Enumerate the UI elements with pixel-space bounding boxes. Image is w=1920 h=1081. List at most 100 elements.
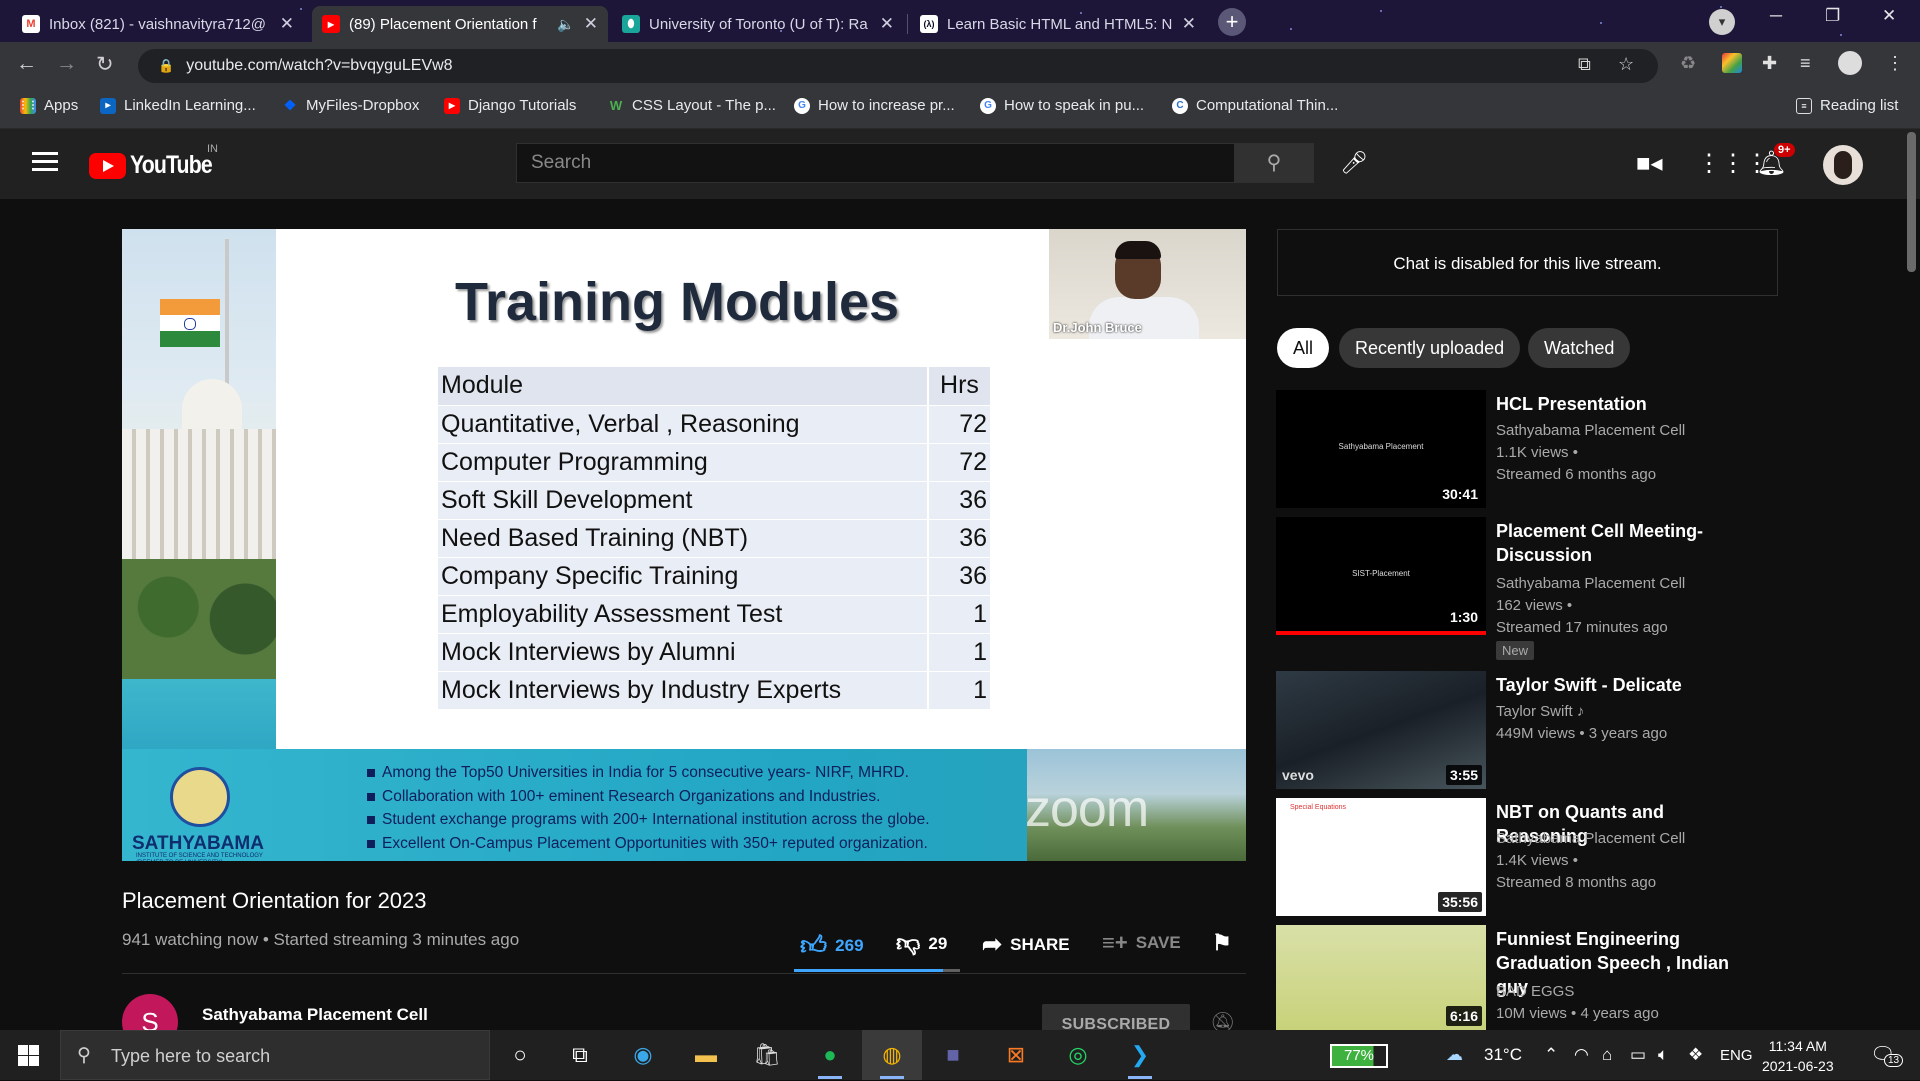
bookmark-linkedin[interactable]: ▸ LinkedIn Learning... — [100, 97, 256, 114]
taskbar-search-input[interactable]: ⚲ Type here to search — [60, 1030, 490, 1080]
thumb-text: Special Equations — [1290, 804, 1347, 811]
media-control-icon[interactable]: ≡ — [1800, 53, 1811, 74]
video-thumbnail[interactable]: 6:16 — [1276, 925, 1486, 1030]
chrome-taskbar-slot[interactable]: ◍ — [862, 1030, 922, 1080]
recommendation-item[interactable]: vevo 3:55 Taylor Swift - Delicate Taylor … — [1276, 671, 1726, 789]
rec-channel[interactable]: BAD EGGS — [1496, 983, 1574, 1000]
page-scrollbar[interactable] — [1907, 132, 1916, 272]
create-video-icon[interactable]: ■◂ — [1636, 149, 1663, 178]
spotify-icon[interactable]: ● — [814, 1040, 846, 1079]
recommendation-item[interactable]: SIST-Placement 1:30 Placement Cell Meetin… — [1276, 517, 1726, 667]
dropbox-tray-icon[interactable]: ❖ — [1688, 1045, 1703, 1065]
recycle-extension-icon[interactable]: ♻ — [1680, 53, 1696, 74]
bookmark-star-icon[interactable]: ☆ — [1618, 54, 1634, 75]
search-button[interactable]: ⚲ — [1234, 143, 1314, 183]
close-tab-icon[interactable]: ✕ — [880, 14, 894, 34]
open-in-app-icon[interactable]: ⧉ — [1578, 54, 1591, 75]
video-thumbnail[interactable]: Sathyabama Placement 30:41 — [1276, 390, 1486, 508]
notification-center-icon[interactable]: 🗨︎ 13 — [1870, 1042, 1904, 1067]
bookmark-django[interactable]: ▶ Django Tutorials — [444, 97, 576, 114]
video-thumbnail[interactable]: SIST-Placement 1:30 — [1276, 517, 1486, 635]
back-icon[interactable]: ← — [16, 52, 37, 76]
maximize-icon[interactable]: ❐ — [1825, 6, 1840, 26]
tab-freecodecamp[interactable]: (λ) Learn Basic HTML and HTML5: N ✕ — [910, 6, 1206, 42]
volume-icon[interactable]: 🔈︎ — [1658, 1045, 1668, 1065]
weather-cloud-icon[interactable]: ☁ — [1446, 1045, 1463, 1065]
close-window-icon[interactable]: ✕ — [1882, 6, 1896, 26]
account-avatar[interactable] — [1823, 145, 1863, 185]
youtube-header: YouTube IN Search ⚲ 🎤︎ ■◂ ⋮⋮⋮ 🔔︎ 9+ — [0, 129, 1920, 199]
edge-icon[interactable]: ◉ — [627, 1040, 659, 1070]
tab-search-icon[interactable]: ▾ — [1709, 9, 1735, 35]
video-player[interactable]: Dr.John Bruce Training Modules Module Hrs… — [122, 229, 1246, 861]
chip-watched[interactable]: Watched — [1528, 328, 1631, 368]
close-tab-icon[interactable]: ✕ — [280, 14, 294, 34]
reload-icon[interactable]: ↻ — [96, 52, 114, 77]
profile-avatar-icon[interactable] — [1838, 51, 1862, 75]
minimize-icon[interactable]: ─ — [1770, 6, 1782, 26]
recommendation-item[interactable]: Sathyabama Placement 30:41 HCL Presentati… — [1276, 390, 1726, 508]
file-explorer-icon[interactable]: ▬ — [690, 1040, 722, 1070]
tab-uoft[interactable]: ⬮ University of Toronto (U of T): Ra ✕ — [612, 6, 904, 42]
save-button[interactable]: ≡+ SAVE — [1102, 930, 1181, 956]
temperature[interactable]: 31°C — [1484, 1045, 1522, 1065]
channel-name[interactable]: Sathyabama Placement Cell — [202, 1005, 428, 1025]
rec-channel[interactable]: Sathyabama Placement Cell — [1496, 575, 1685, 592]
teams-icon[interactable]: ■ — [937, 1040, 969, 1070]
bookmark-css-layout[interactable]: W CSS Layout - The p... — [608, 97, 776, 114]
close-tab-icon[interactable]: ✕ — [1182, 14, 1196, 34]
extensions-puzzle-icon[interactable]: ✚ — [1762, 53, 1777, 74]
battery-icon[interactable]: ▭ — [1630, 1045, 1646, 1065]
bookmark-speak[interactable]: G How to speak in pu... — [980, 97, 1144, 114]
tab-gmail[interactable]: M Inbox (821) - vaishnavityra712@ ✕ — [12, 6, 304, 42]
language-indicator[interactable]: ENG — [1720, 1047, 1753, 1064]
windows-start-icon[interactable] — [18, 1045, 39, 1066]
vscode-icon[interactable]: ❯ — [1124, 1040, 1156, 1079]
bookmark-dropbox[interactable]: ❖ MyFiles-Dropbox — [282, 97, 420, 114]
wifi-icon[interactable]: ◠ — [1574, 1045, 1589, 1065]
share-button[interactable]: ➦ SHARE — [982, 930, 1070, 959]
close-tab-icon[interactable]: ✕ — [584, 14, 598, 34]
chip-recently-uploaded[interactable]: Recently uploaded — [1339, 328, 1521, 368]
rec-channel[interactable]: Taylor Swift ♪ — [1496, 703, 1584, 720]
forward-icon[interactable]: → — [56, 52, 77, 76]
reading-list-button[interactable]: ≡ Reading list — [1796, 97, 1898, 114]
chevron-up-icon[interactable]: ⌃ — [1544, 1045, 1558, 1065]
chrome-menu-icon[interactable]: ⋮ — [1886, 53, 1904, 74]
like-button[interactable]: 👍︎ 269 — [800, 930, 864, 961]
tab-youtube[interactable]: ▶ (89) Placement Orientation f 🔈 ✕ — [312, 6, 608, 42]
bookmark-increase[interactable]: G How to increase pr... — [794, 97, 955, 114]
bookmark-apps[interactable]: ⋮⋮ Apps — [18, 97, 78, 114]
rec-title[interactable]: Placement Cell Meeting-Discussion — [1496, 519, 1756, 567]
recommendation-item[interactable]: 6:16 Funniest Engineering Graduation Spe… — [1276, 925, 1729, 1030]
recommendation-item[interactable]: Special Equations 35:56 NBT on Quants and… — [1276, 798, 1726, 916]
cortana-icon[interactable]: ○ — [504, 1040, 536, 1070]
task-view-icon[interactable]: ⧉ — [564, 1040, 596, 1070]
youtube-logo[interactable]: YouTube IN — [89, 143, 226, 180]
whatsapp-icon[interactable]: ◎ — [1062, 1040, 1094, 1070]
speaker-icon[interactable]: 🔈 — [557, 16, 574, 33]
chip-all[interactable]: All — [1277, 328, 1330, 368]
video-thumbnail[interactable]: Special Equations 35:56 — [1276, 798, 1486, 916]
xampp-icon[interactable]: ⊠ — [1000, 1040, 1032, 1070]
voice-search-icon[interactable]: 🎤︎ — [1334, 143, 1374, 183]
rec-title[interactable]: HCL Presentation — [1496, 392, 1756, 416]
video-thumbnail[interactable]: vevo 3:55 — [1276, 671, 1486, 789]
address-bar[interactable]: 🔒 youtube.com/watch?v=bvqyguLEVw8 ⧉ ☆ — [138, 49, 1658, 83]
report-button[interactable]: ⚑ — [1212, 930, 1232, 956]
rec-channel[interactable]: Sathyabama Placement Cell — [1496, 422, 1685, 439]
new-tab-button[interactable]: + — [1218, 8, 1246, 36]
module-hrs: 72 — [927, 405, 990, 444]
search-input[interactable]: Search — [516, 143, 1234, 183]
rec-title[interactable]: Taylor Swift - Delicate — [1496, 673, 1756, 697]
store-icon[interactable]: 🛍︎ — [751, 1040, 783, 1070]
clock[interactable]: 11:34 AM 2021-06-23 — [1762, 1036, 1834, 1076]
bookmark-computational[interactable]: C Computational Thin... — [1172, 97, 1338, 114]
battery-indicator[interactable]: 77% — [1330, 1044, 1388, 1068]
rec-channel[interactable]: Sathyabama Placement Cell — [1496, 830, 1685, 847]
notification-count: 13 — [1884, 1054, 1904, 1067]
dislike-button[interactable]: 👎︎ 29 — [896, 930, 947, 958]
color-extension-icon[interactable] — [1722, 53, 1742, 73]
hamburger-menu-icon[interactable] — [32, 152, 58, 172]
network-icon[interactable]: ⌂ — [1602, 1045, 1612, 1065]
